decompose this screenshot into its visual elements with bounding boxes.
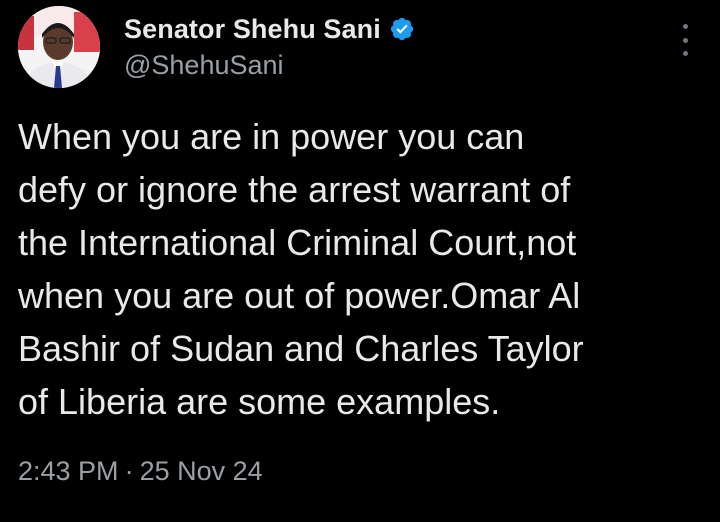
name-row: Senator Shehu Sani [124,10,415,48]
tweet-text-line: defy or ignore the arrest warrant of [18,169,571,210]
author-avatar[interactable] [18,6,100,88]
tweet-text-line: Bashir of Sudan and Charles Taylor [18,328,584,369]
tweet-text-line: when you are out of power.Omar Al [18,275,581,316]
tweet-time[interactable]: 2:43 PM [18,456,119,486]
tweet-timestamp: 2:43 PM · 25 Nov 24 [18,456,263,487]
more-options-button[interactable] [676,24,694,56]
tweet-date[interactable]: 25 Nov 24 [140,456,263,486]
more-dot-icon [682,51,688,56]
author-display-name[interactable]: Senator Shehu Sani [124,14,381,45]
verified-badge-icon [389,16,415,42]
tweet-text: When you are in power you can defy or ig… [18,110,708,428]
more-dot-icon [682,24,688,29]
tweet-text-line: the International Criminal Court,not [18,222,577,263]
meta-separator: · [124,456,134,486]
tweet-text-line: of Liberia are some examples. [18,381,501,422]
more-dot-icon [682,37,688,43]
author-handle[interactable]: @ShehuSani [124,50,415,81]
avatar-portrait-icon [18,6,100,88]
tweet-header: Senator Shehu Sani @ShehuSani [124,10,415,81]
tweet: Senator Shehu Sani @ShehuSani When you a… [0,0,720,522]
tweet-text-line: When you are in power you can [18,116,525,157]
